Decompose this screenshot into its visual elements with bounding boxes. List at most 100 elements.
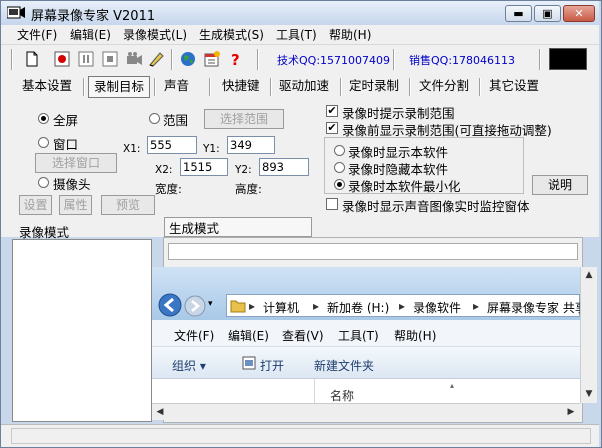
crumb-separator-icon: ▸ — [249, 299, 256, 313]
horizontal-scrollbar[interactable]: ◀ ▶ — [152, 403, 580, 420]
crumb-separator-icon: ▸ — [473, 299, 480, 313]
explorer-file-list: 名称 ▴ — [152, 379, 580, 403]
pause-icon[interactable] — [77, 50, 95, 68]
crumb-separator-icon: ▸ — [313, 299, 320, 313]
y2-input[interactable]: 893 — [259, 158, 309, 176]
y1-input[interactable]: 349 — [227, 136, 275, 154]
explain-button[interactable]: 说明 — [532, 175, 588, 195]
sales-qq-link[interactable]: 销售QQ:178046113 — [409, 52, 515, 68]
name-column-header: 名称 — [330, 389, 355, 403]
camera-radio[interactable] — [38, 177, 49, 188]
window-title: 屏幕录像专家 V2011 — [31, 9, 156, 24]
toolbar-separator — [393, 49, 395, 70]
minimize-software-radio[interactable] — [334, 179, 345, 190]
window-radio[interactable] — [38, 137, 49, 148]
settings-panel: 基本设置 录制目标 声音 快捷键 驱动加速 定时录制 文件分割 其它设置 全屏 … — [1, 73, 599, 221]
tab-scheduled-recording[interactable]: 定时录制 — [344, 76, 404, 98]
crumb-computer: 计算机 — [263, 301, 300, 315]
back-icon — [158, 293, 182, 317]
toolbar-separator — [11, 49, 13, 70]
region-label: 范围 — [163, 113, 189, 128]
forward-icon — [184, 295, 206, 317]
y1-label: Y1: — [203, 143, 220, 155]
preview-button[interactable]: 预览 — [101, 195, 155, 215]
x2-label: X2: — [155, 164, 173, 176]
crumb-drive: 新加卷 (H:) — [327, 301, 390, 315]
organize-button: 组织 ▾ — [172, 359, 206, 373]
tab-other-settings[interactable]: 其它设置 — [484, 76, 544, 98]
fullscreen-label: 全屏 — [53, 113, 79, 128]
select-region-button[interactable]: 选择范围 — [204, 109, 284, 129]
file-path-field[interactable] — [168, 243, 578, 260]
properties-button[interactable]: 属性 — [59, 195, 92, 215]
show-range-before-checkbox[interactable]: ✔ — [326, 122, 338, 134]
new-file-icon[interactable] — [23, 50, 41, 68]
scroll-right-icon[interactable]: ▶ — [563, 404, 579, 420]
toolbar-separator — [539, 49, 541, 70]
tab-separator — [479, 78, 481, 96]
menu-record-mode[interactable]: 录像模式(L) — [123, 26, 187, 43]
tab-driver-acceleration[interactable]: 驱动加速 — [274, 76, 334, 98]
menu-generate-mode[interactable]: 生成模式(S) — [199, 26, 264, 43]
maximize-button[interactable]: ▣ — [534, 5, 561, 22]
show-range-checkbox[interactable]: ✔ — [326, 105, 338, 117]
globe-icon[interactable] — [179, 50, 197, 68]
calendar-icon[interactable] — [203, 50, 221, 68]
vertical-scrollbar[interactable]: ▲ ▼ — [580, 267, 597, 403]
menu-edit[interactable]: 编辑(E) — [70, 26, 111, 43]
x2-input[interactable]: 1515 — [180, 158, 228, 176]
capture-preview: ▾ ▸ 计算机 ▸ 新加卷 (H:) ▸ 录像软件 ▸ 屏幕录像专家 共享 文件… — [152, 267, 580, 403]
settings-button[interactable]: 设置 — [19, 195, 52, 215]
tab-hotkeys[interactable]: 快捷键 — [217, 76, 265, 98]
close-button[interactable]: ✕ — [563, 5, 595, 22]
select-window-button[interactable]: 选择窗口 — [35, 153, 117, 173]
app-logo-icon — [7, 6, 25, 19]
record-icon[interactable] — [53, 50, 71, 68]
y2-label: Y2: — [235, 164, 252, 176]
tab-sound[interactable]: 声音 — [159, 76, 194, 98]
crumb-software-folder: 录像软件 — [413, 301, 462, 315]
monitor-checkbox[interactable] — [326, 198, 338, 210]
tech-qq-link[interactable]: 技术QQ:1571007409 — [277, 52, 390, 68]
tab-record-target[interactable]: 录制目标 — [88, 76, 151, 98]
status-field — [11, 428, 591, 444]
menu-file[interactable]: 文件(F) — [17, 26, 57, 43]
explorer-menu-edit: 编辑(E) — [228, 329, 269, 343]
explorer-menu-view: 查看(V) — [282, 329, 324, 343]
scroll-down-icon[interactable]: ▼ — [581, 386, 597, 402]
stop-icon[interactable] — [101, 50, 119, 68]
folder-icon — [230, 300, 246, 313]
history-dropdown-icon: ▾ — [208, 299, 213, 309]
menu-help[interactable]: 帮助(H) — [329, 26, 371, 43]
toolbar-separator — [257, 49, 259, 70]
edit-icon[interactable] — [147, 50, 165, 68]
camera-icon[interactable] — [125, 50, 143, 68]
crumb-separator-icon: ▸ — [399, 299, 406, 313]
tab-separator — [340, 78, 342, 96]
tab-separator — [270, 78, 272, 96]
help-icon[interactable]: ? — [227, 50, 245, 68]
scroll-left-icon[interactable]: ◀ — [152, 404, 168, 420]
new-folder-button: 新建文件夹 — [314, 359, 375, 373]
title-bar[interactable]: 屏幕录像专家 V2011 ▬ ▣ ✕ — [1, 1, 599, 25]
region-radio[interactable] — [149, 113, 160, 124]
minimize-software-label: 录像时本软件最小化 — [348, 179, 461, 194]
menu-tools[interactable]: 工具(T) — [276, 26, 317, 43]
height-label: 高度: — [235, 182, 262, 196]
preview-thumbnail — [549, 48, 587, 70]
hide-software-radio[interactable] — [334, 162, 345, 173]
tab-file-split[interactable]: 文件分割 — [414, 76, 474, 98]
show-software-radio[interactable] — [334, 145, 345, 156]
x1-input[interactable]: 555 — [147, 136, 197, 154]
address-bar: ▸ 计算机 ▸ 新加卷 (H:) ▸ 录像软件 ▸ 屏幕录像专家 共享 — [226, 294, 580, 317]
toolbar: ? 技术QQ:1571007409 销售QQ:178046113 — [1, 44, 599, 73]
monitor-label: 录像时显示声音图像实时监控窗体 — [342, 199, 530, 214]
recording-list[interactable] — [12, 239, 152, 422]
scroll-up-icon[interactable]: ▲ — [581, 267, 597, 283]
window-label: 窗口 — [53, 137, 79, 152]
fullscreen-radio[interactable] — [38, 113, 49, 124]
crumb-shared-folder: 屏幕录像专家 共享 — [487, 301, 580, 315]
tab-separator — [83, 78, 85, 96]
minimize-button[interactable]: ▬ — [505, 5, 532, 22]
tab-basic-settings[interactable]: 基本设置 — [17, 76, 77, 98]
